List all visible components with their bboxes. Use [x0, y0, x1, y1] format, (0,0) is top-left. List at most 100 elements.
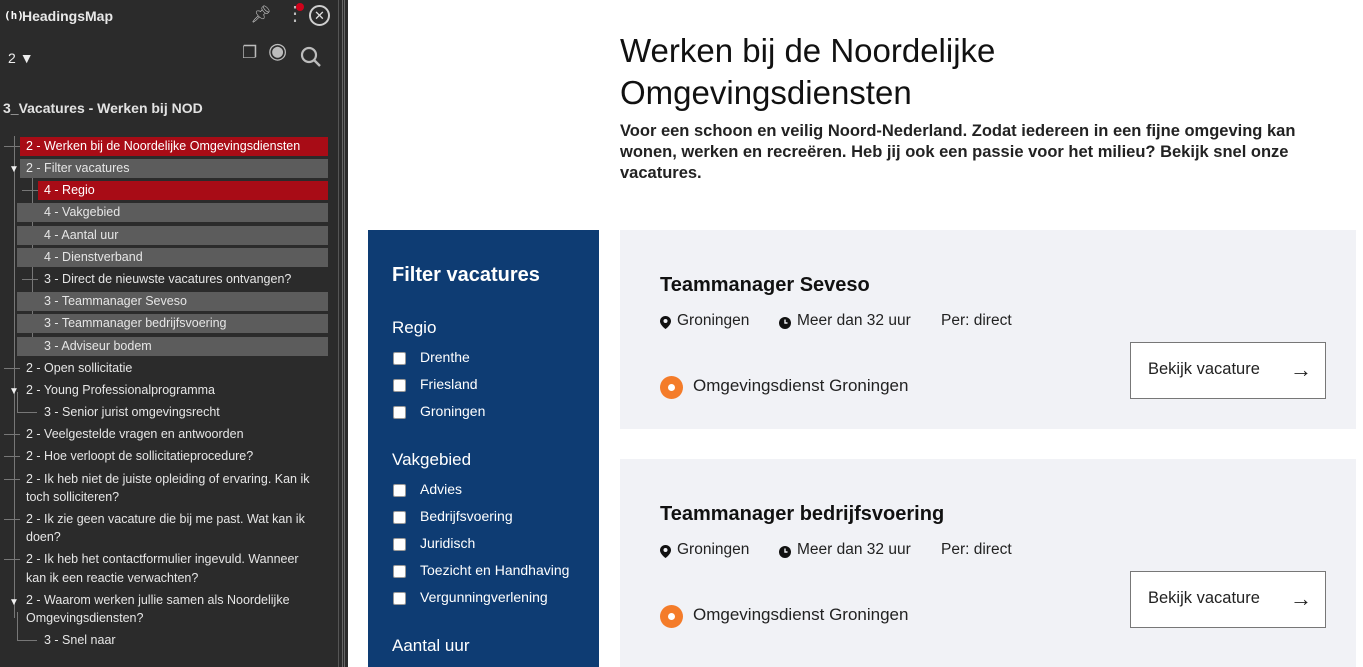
- tree-node[interactable]: 3 - Senior jurist omgevingsrecht: [38, 403, 328, 422]
- page-title-line: Werken bij de Noordelijke: [620, 32, 996, 69]
- tree-node[interactable]: 3 - Teammanager bedrijfsvoering: [17, 314, 328, 333]
- tree-branch: [4, 559, 20, 560]
- tree-node[interactable]: 2 - Open sollicitatie: [20, 359, 328, 378]
- tree-node[interactable]: 2 - Veelgestelde vragen en antwoorden: [20, 425, 328, 444]
- tree-node[interactable]: 4 - Vakgebied: [17, 203, 328, 222]
- checkbox[interactable]: [393, 352, 406, 365]
- tree-line: [14, 136, 15, 618]
- job-hours: Meer dan 32 uur: [797, 312, 911, 329]
- checkbox[interactable]: [393, 538, 406, 551]
- grip: [342, 0, 346, 667]
- filter-option-label: Groningen: [420, 403, 486, 419]
- job-location: Groningen: [677, 312, 750, 329]
- tree-branch: [4, 479, 20, 480]
- collapse-triangle-icon[interactable]: ▼: [9, 386, 19, 397]
- clock-icon: [779, 317, 791, 332]
- tree-node[interactable]: 2 - Waarom werken jullie samen als Noord…: [20, 591, 328, 610]
- tree-node[interactable]: 4 - Dienstverband: [17, 248, 328, 267]
- filter-option-label: Vergunningverlening: [420, 589, 548, 605]
- tree-line: [17, 612, 18, 640]
- tree-node[interactable]: 2 - Werken bij de Noordelijke Omgevingsd…: [20, 137, 328, 156]
- tree-node-continued[interactable]: kan ik een reactie verwachten?: [20, 569, 328, 588]
- page-title: Werken bij de Noordelijke Omgevingsdiens…: [620, 30, 1320, 114]
- job-location: Groningen: [677, 541, 750, 558]
- filter-group-title: Vakgebied: [392, 450, 472, 469]
- page-intro: Voor een schoon en veilig Noord-Nederlan…: [620, 122, 1296, 182]
- filter-option-label: Advies: [420, 481, 463, 497]
- search-icon[interactable]: [300, 46, 322, 71]
- copy-icon[interactable]: ❐: [242, 44, 257, 61]
- view-vacancy-button[interactable]: Bekijk vacature →: [1130, 342, 1326, 399]
- filter-option-label: Bedrijfsvoering: [420, 508, 513, 524]
- job-title: Teammanager Seveso: [660, 274, 870, 296]
- headingsmap-logo: (h): [4, 9, 24, 22]
- tree-node[interactable]: 2 - Young Professionalprogramma: [20, 381, 328, 400]
- filter-panel: Filter vacatures Regio Drenthe Friesland…: [368, 230, 599, 667]
- pin-icon[interactable]: 📌︎: [250, 6, 272, 23]
- tree-branch: [4, 434, 20, 435]
- tree-branch: [4, 368, 20, 369]
- checkbox[interactable]: [393, 565, 406, 578]
- tree-node[interactable]: 3 - Teammanager Seveso: [17, 292, 328, 311]
- arrow-right-icon: →: [1290, 357, 1312, 382]
- tree-node[interactable]: 2 - Ik heb het contactformulier ingevuld…: [20, 550, 328, 569]
- headingsmap-panel: (h) HeadingsMap 📌︎ ⋮ ✕ 2 ▼ ❐ ◉ 3_Vacatur…: [0, 0, 338, 667]
- filter-option-label: Toezicht en Handhaving: [420, 562, 570, 578]
- filter-option-label: Friesland: [420, 376, 478, 392]
- filter-option-label: Juridisch: [420, 535, 476, 551]
- page-title-line: Omgevingsdiensten: [620, 74, 912, 111]
- tree-node[interactable]: 4 - Regio: [38, 181, 328, 200]
- close-icon[interactable]: ✕: [309, 5, 330, 26]
- document-title: 3_Vacatures - Werken bij NOD: [3, 100, 203, 116]
- tree-branch: [17, 412, 37, 413]
- organisation-name: Omgevingsdienst Groningen: [693, 605, 909, 624]
- tree-node[interactable]: 2 - Hoe verloopt de sollicitatieprocedur…: [20, 447, 328, 466]
- organisation-dot-icon: [660, 605, 683, 628]
- notification-dot: [296, 3, 304, 11]
- job-start: Per: direct: [941, 541, 1012, 558]
- filter-group-title: Aantal uur: [392, 636, 470, 655]
- clock-icon: [779, 546, 791, 561]
- tree-node[interactable]: 2 - Ik heb niet de juiste opleiding of e…: [20, 470, 328, 489]
- tree-node-continued[interactable]: toch solliciteren?: [20, 488, 328, 507]
- button-label: Bekijk vacature: [1148, 589, 1260, 607]
- view-vacancy-button[interactable]: Bekijk vacature →: [1130, 571, 1326, 628]
- checkbox[interactable]: [393, 592, 406, 605]
- tree-branch: [17, 640, 37, 641]
- heading-level-select[interactable]: 2 ▼: [8, 50, 34, 66]
- filter-option-label: Drenthe: [420, 349, 470, 365]
- job-card: Teammanager bedrijfsvoering Groningen Me…: [620, 459, 1356, 667]
- checkbox[interactable]: [393, 484, 406, 497]
- checkbox[interactable]: [393, 511, 406, 524]
- job-title: Teammanager bedrijfsvoering: [660, 503, 945, 525]
- filter-title: Filter vacatures: [392, 264, 540, 286]
- collapse-triangle-icon[interactable]: ▼: [9, 164, 19, 175]
- panel-title: HeadingsMap: [22, 8, 114, 24]
- tree-node[interactable]: 4 - Aantal uur: [17, 226, 328, 245]
- filter-group-title: Regio: [392, 318, 437, 337]
- panel-header: (h) HeadingsMap 📌︎ ⋮ ✕: [0, 0, 338, 32]
- job-start: Per: direct: [941, 312, 1012, 329]
- organisation-dot-icon: [660, 376, 683, 399]
- tree-branch: [4, 519, 20, 520]
- panel-resize-handle[interactable]: [338, 0, 348, 667]
- checkbox[interactable]: [393, 379, 406, 392]
- tree-branch: [4, 456, 20, 457]
- tree-node[interactable]: 2 - Filter vacatures: [20, 159, 328, 178]
- tree-node-continued[interactable]: Omgevingsdiensten?: [20, 609, 328, 628]
- tree-node[interactable]: 2 - Ik zie geen vacature die bij me past…: [20, 510, 328, 529]
- tree-branch: [22, 279, 38, 280]
- eye-icon[interactable]: ◉: [268, 40, 287, 62]
- job-card: Teammanager Seveso Groningen Meer dan 32…: [620, 230, 1356, 429]
- tree-node[interactable]: 3 - Adviseur bodem: [17, 337, 328, 356]
- collapse-triangle-icon[interactable]: ▼: [9, 597, 19, 608]
- organisation-name: Omgevingsdienst Groningen: [693, 376, 909, 395]
- checkbox[interactable]: [393, 406, 406, 419]
- tree-node[interactable]: 3 - Direct de nieuwste vacatures ontvang…: [38, 270, 328, 289]
- tree-branch: [22, 190, 38, 191]
- location-pin-icon: [660, 316, 671, 332]
- tree-node[interactable]: 3 - Snel naar: [38, 631, 328, 650]
- tree-node-continued[interactable]: doen?: [20, 528, 328, 547]
- job-hours: Meer dan 32 uur: [797, 541, 911, 558]
- button-label: Bekijk vacature: [1148, 360, 1260, 378]
